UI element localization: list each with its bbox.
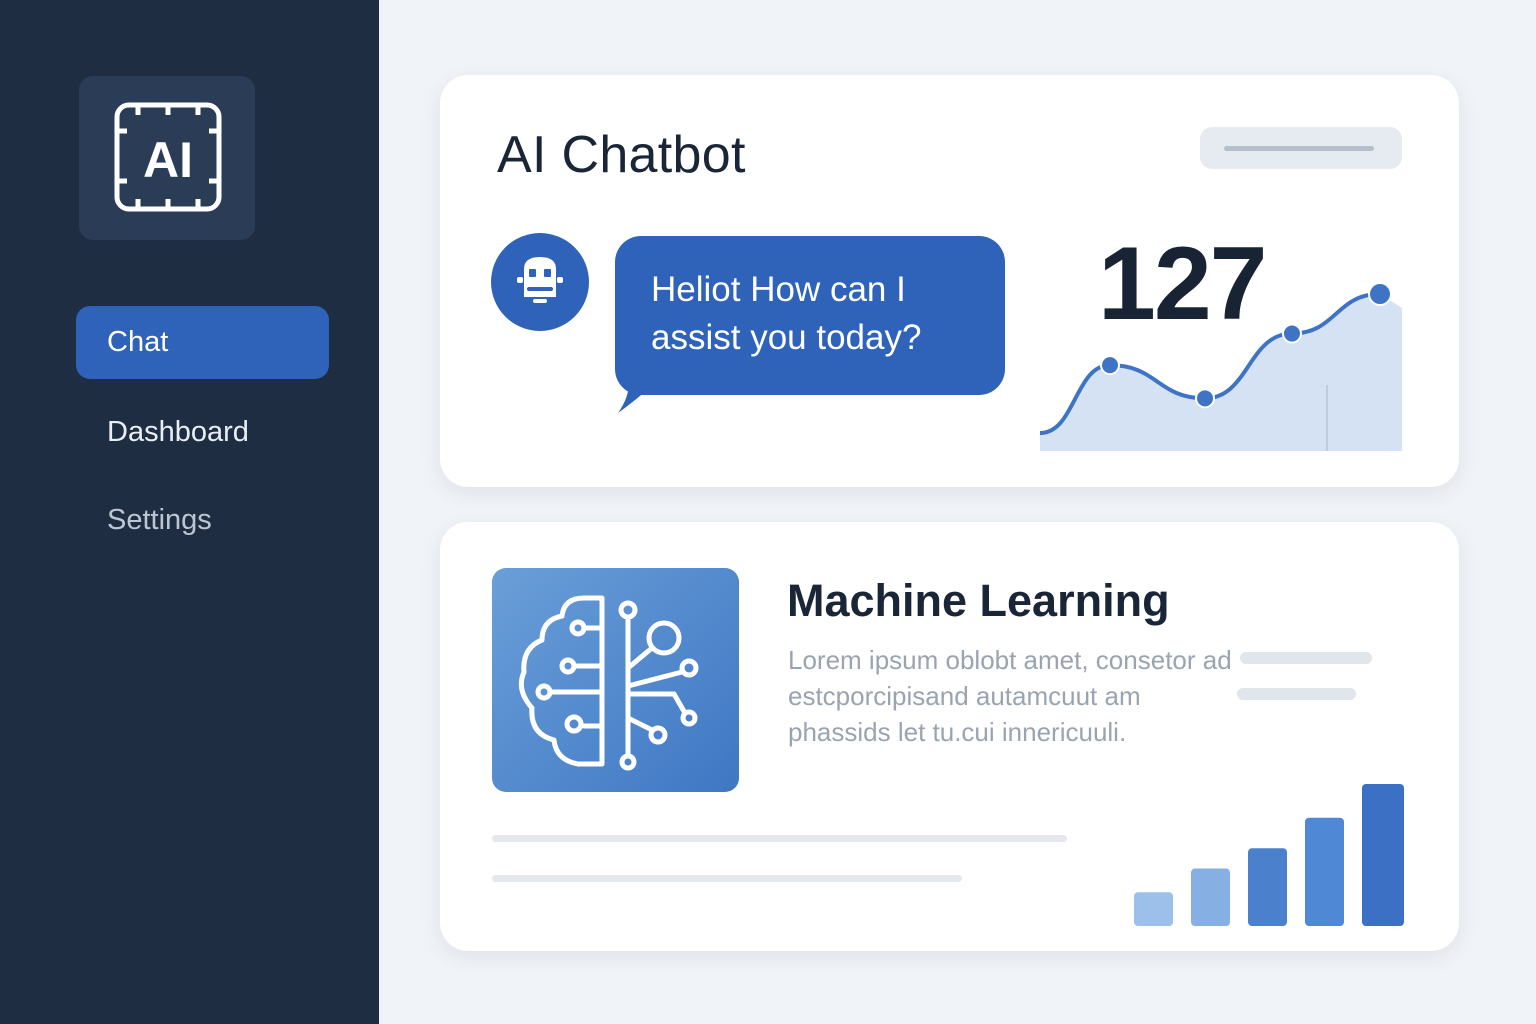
brain-circuit-icon	[518, 595, 699, 771]
app-logo[interactable]: AI	[79, 76, 255, 240]
sidebar-item-label: Chat	[107, 326, 169, 358]
ai-chip-icon: AI	[114, 102, 222, 212]
section-title: Machine Learning	[787, 575, 1170, 626]
search-input[interactable]	[1200, 127, 1402, 169]
bar	[1191, 868, 1230, 926]
bar	[1134, 892, 1173, 926]
chat-message-bubble: Heliot How can I assist you today?	[615, 236, 1005, 395]
logo-text: AI	[143, 132, 193, 188]
sparkline-point	[1100, 355, 1120, 376]
bar	[1248, 848, 1287, 926]
sidebar: AI Chat Dashboard Settings	[0, 0, 379, 1024]
page-title: AI Chatbot	[497, 126, 746, 184]
machine-learning-card: Machine Learning Lorem ipsum oblobt amet…	[440, 522, 1459, 951]
sidebar-item-chat[interactable]: Chat	[76, 306, 329, 379]
robot-icon	[517, 257, 563, 303]
section-description: Lorem ipsum oblobt amet, consetor ad est…	[788, 645, 1232, 747]
search-placeholder-line	[1224, 146, 1374, 151]
sidebar-item-label: Settings	[107, 504, 212, 536]
bubble-tail	[618, 375, 663, 413]
bar	[1305, 817, 1344, 926]
sparkline-point	[1368, 282, 1392, 307]
sparkline-point	[1282, 323, 1302, 344]
sparkline-point	[1195, 388, 1215, 409]
chatbot-card: AI Chatbot Heliot How can I assist you t…	[440, 75, 1459, 487]
skeleton-line	[1240, 652, 1372, 664]
ml-illustration	[492, 568, 739, 792]
bot-avatar	[491, 233, 589, 331]
bar	[1362, 784, 1404, 926]
bar-chart	[1134, 784, 1404, 926]
skeleton-line	[492, 875, 962, 882]
sidebar-item-label: Dashboard	[107, 416, 249, 448]
skeleton-line	[1237, 688, 1356, 700]
skeleton-line	[492, 835, 1067, 842]
sparkline-chart	[1040, 282, 1402, 451]
sidebar-item-settings[interactable]: Settings	[76, 484, 329, 557]
chat-message-text: Heliot How can I assist you today?	[651, 270, 922, 357]
sidebar-item-dashboard[interactable]: Dashboard	[76, 396, 329, 469]
